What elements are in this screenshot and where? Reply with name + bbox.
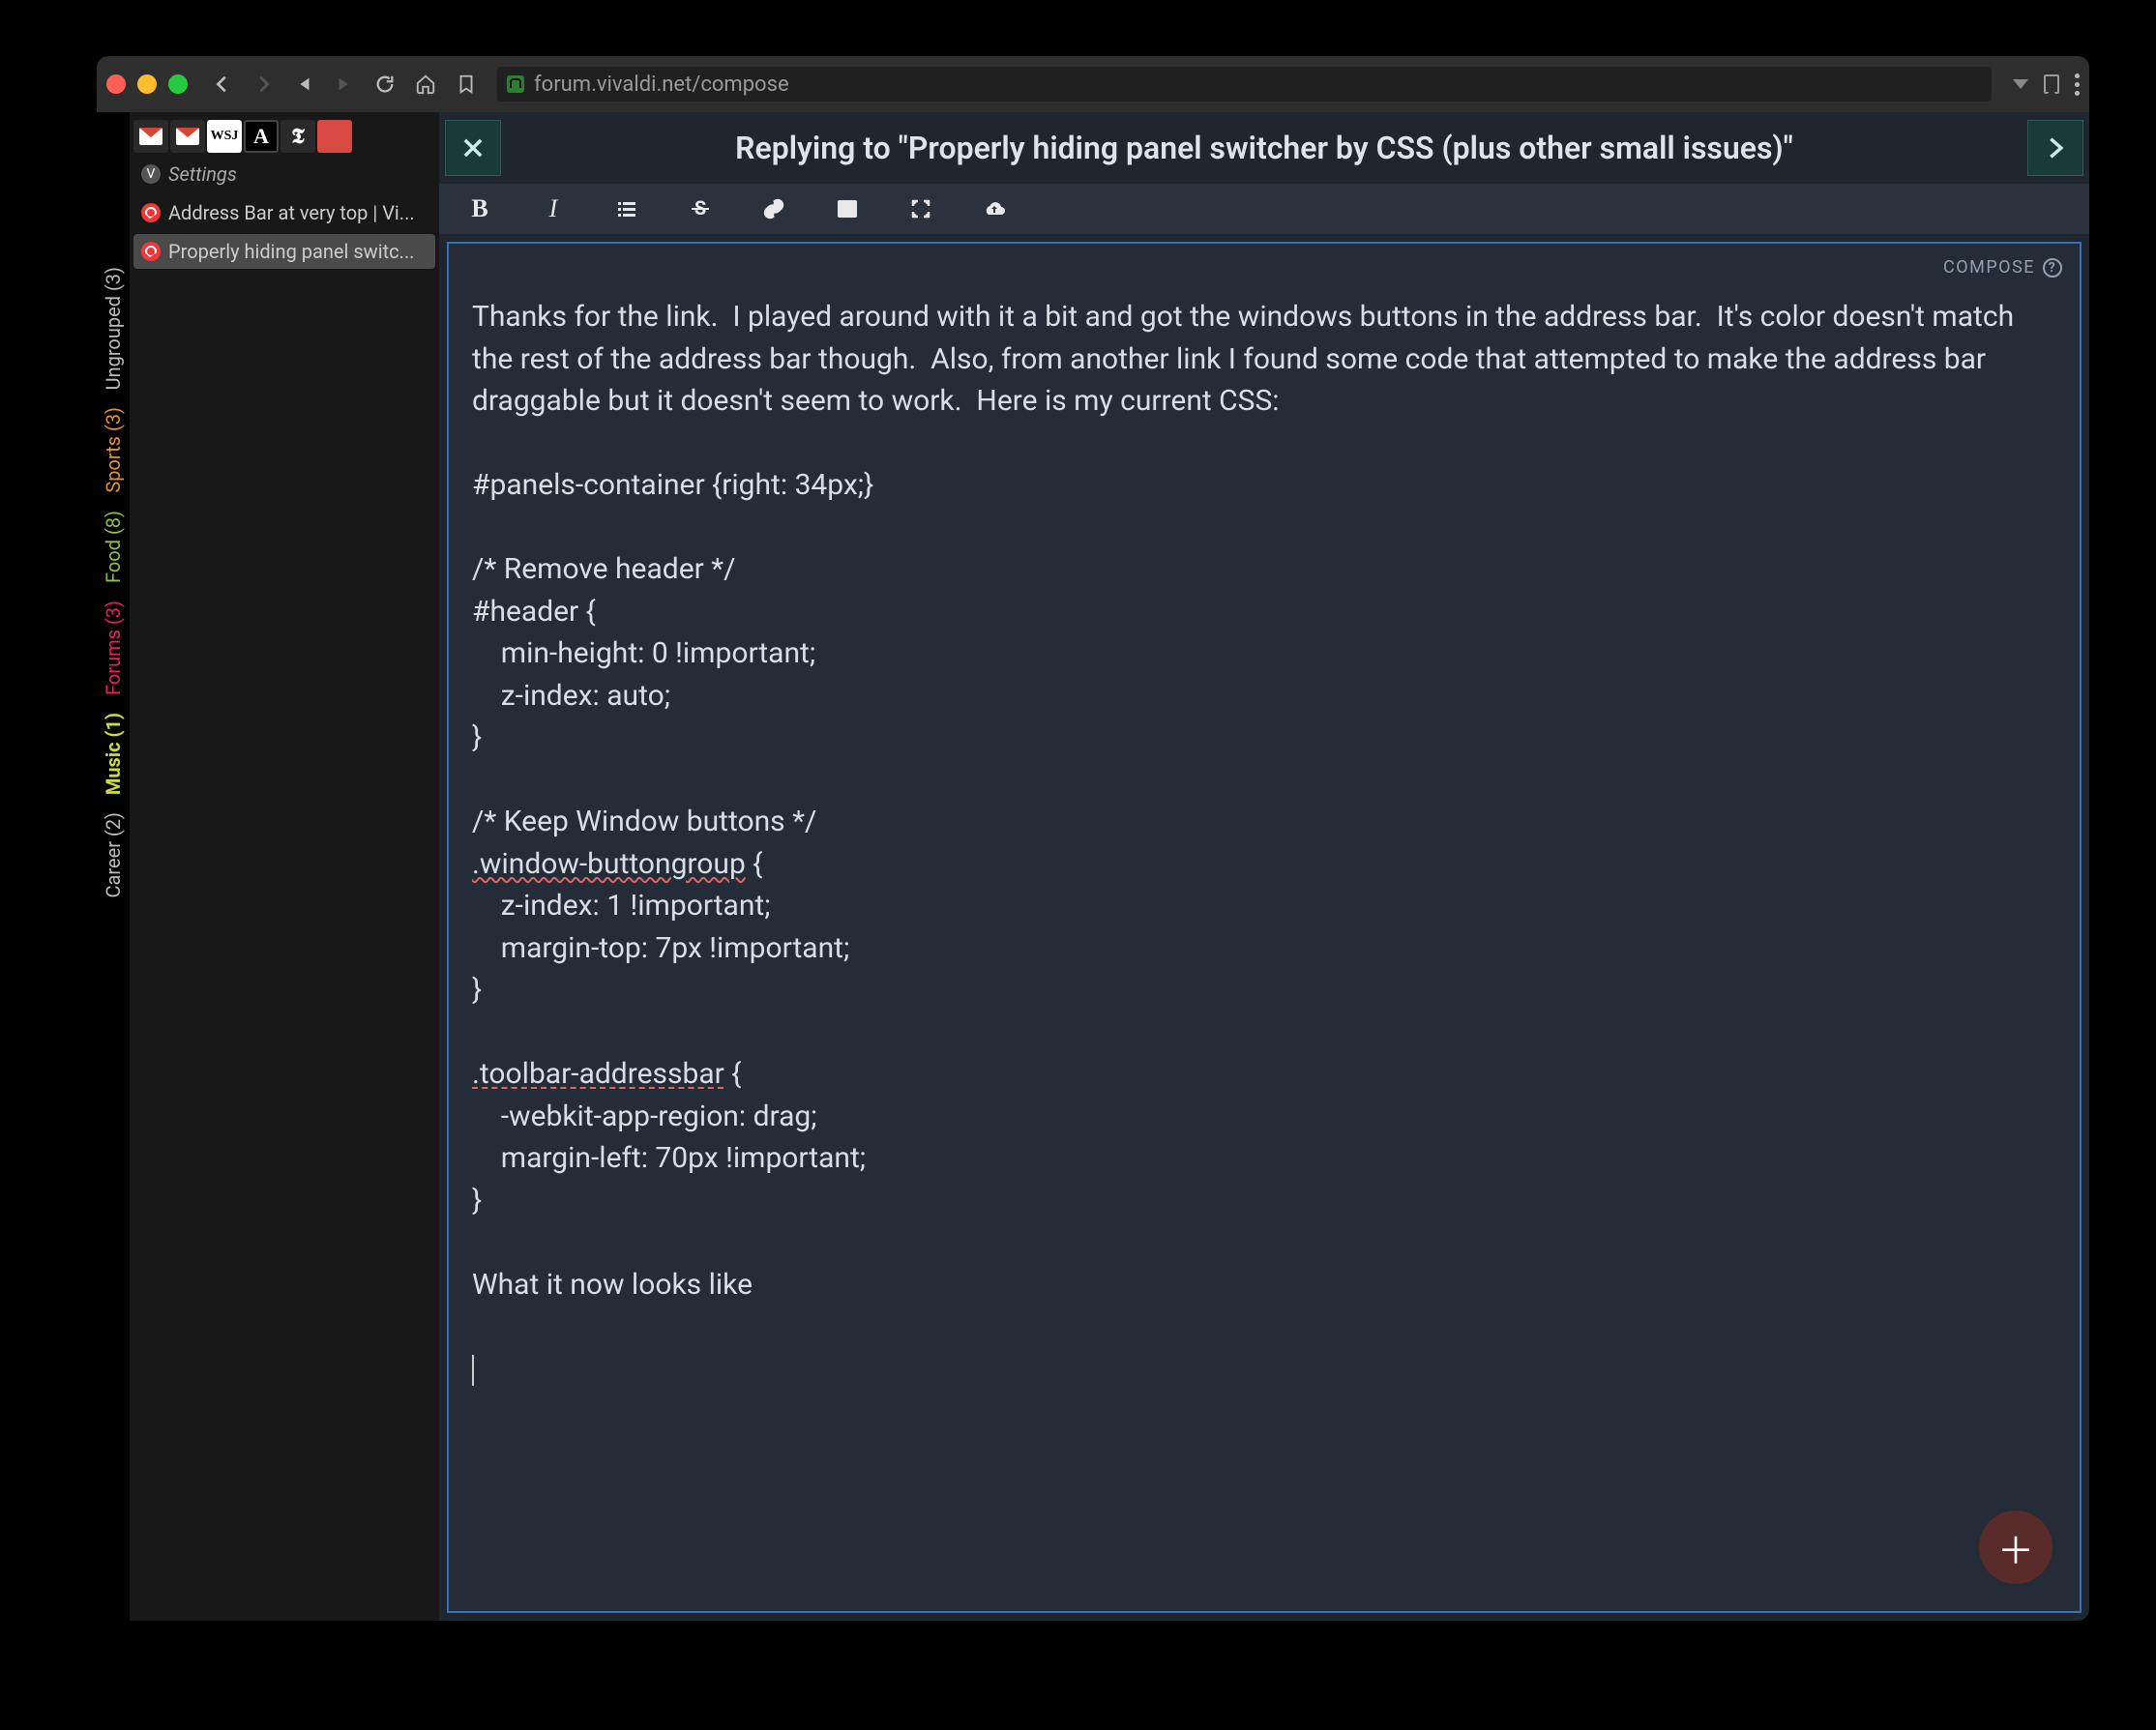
nav-back-button[interactable]	[205, 67, 240, 102]
submit-button[interactable]	[2027, 120, 2083, 176]
pinned-tab-gmail-2[interactable]	[170, 120, 205, 153]
toolbar-right	[2013, 73, 2080, 96]
toolbar: forum.vivaldi.net/compose	[97, 56, 2089, 112]
editor-line: .window-buttongroup	[472, 847, 746, 881]
tab-hiding-panel[interactable]: Properly hiding panel switc...	[133, 234, 435, 269]
page-content: Replying to "Properly hiding panel switc…	[439, 112, 2089, 1621]
editor-line: Thanks for the link. I played around wit…	[472, 300, 2022, 418]
tab-label: Address Bar at very top | Vi...	[168, 201, 415, 224]
close-window-button[interactable]	[106, 74, 126, 94]
address-bar[interactable]: forum.vivaldi.net/compose	[497, 67, 1992, 102]
composer-header: Replying to "Properly hiding panel switc…	[439, 112, 2089, 184]
editor-line: min-height: 0 !important;	[472, 636, 815, 670]
editor-line: /* Keep Window buttons */	[472, 805, 816, 838]
reload-button[interactable]	[368, 67, 402, 102]
editor-container: COMPOSE ? Thanks for the link. I played …	[447, 242, 2082, 1613]
editor-line: {	[724, 1057, 742, 1091]
strike-button[interactable]: S	[687, 195, 714, 222]
editor-line: #panels-container {right: 34px;}	[472, 468, 873, 502]
nav-forward-button[interactable]	[246, 67, 281, 102]
editor-line: #header {	[472, 595, 596, 629]
editor-line: z-index: auto;	[472, 679, 670, 713]
tab-label: Settings	[168, 162, 237, 186]
url-text: forum.vivaldi.net/compose	[534, 73, 789, 97]
editor-line: {	[746, 847, 763, 881]
composer-title: Replying to "Properly hiding panel switc…	[507, 130, 2022, 166]
editor-line: }	[472, 1184, 482, 1217]
main-area: Ungrouped (3) Sports (3) Food (8) Forums…	[97, 112, 2089, 1621]
link-button[interactable]	[760, 195, 787, 222]
vivaldi-forum-icon	[141, 203, 161, 222]
editor-line: /* Remove header */	[472, 552, 736, 586]
upload-button[interactable]	[981, 195, 1008, 222]
lock-icon	[507, 75, 524, 93]
menu-button[interactable]	[2075, 73, 2080, 96]
format-toolbar: B I S	[439, 184, 2089, 234]
editor-line: margin-left: 70px !important;	[472, 1141, 866, 1175]
window-controls	[106, 74, 188, 94]
dropdown-icon[interactable]	[2013, 79, 2028, 89]
pinned-tab-red[interactable]	[317, 120, 352, 153]
editor-line: .toolbar-addressbar	[472, 1057, 724, 1091]
tab-addressbar-top[interactable]: Address Bar at very top | Vi...	[133, 195, 435, 230]
pinned-tab-atlantic[interactable]: A	[244, 120, 279, 153]
group-music[interactable]: Music (1)	[102, 713, 125, 795]
compose-editor[interactable]: Thanks for the link. I played around wit…	[449, 244, 2080, 1611]
compose-text: COMPOSE	[1943, 257, 2035, 278]
editor-line: margin-top: 7px !important;	[472, 931, 849, 965]
reader-icon[interactable]	[2044, 74, 2059, 94]
bold-button[interactable]: B	[466, 195, 493, 222]
discard-button[interactable]	[445, 120, 501, 176]
editor-line: -webkit-app-region: drag;	[472, 1100, 817, 1133]
editor-line: What it now looks like	[472, 1268, 753, 1302]
zen-button[interactable]	[907, 195, 934, 222]
bookmark-button[interactable]	[449, 67, 484, 102]
minimize-window-button[interactable]	[137, 74, 157, 94]
list-button[interactable]	[613, 195, 640, 222]
tab-sidebar: WSJ A 𝕿 V Settings Address Bar at very t…	[130, 112, 439, 1621]
group-career[interactable]: Career (2)	[102, 812, 125, 898]
fastforward-button[interactable]	[327, 67, 362, 102]
pinned-tab-gmail-1[interactable]	[133, 120, 168, 153]
vivaldi-icon: V	[141, 164, 161, 184]
pinned-tab-wsj[interactable]: WSJ	[207, 120, 242, 153]
group-sports[interactable]: Sports (3)	[102, 407, 125, 493]
tab-settings[interactable]: V Settings	[133, 157, 435, 191]
editor-line: }	[472, 720, 482, 754]
group-ungrouped[interactable]: Ungrouped (3)	[102, 267, 125, 390]
help-icon[interactable]: ?	[2043, 258, 2062, 278]
group-food[interactable]: Food (8)	[102, 511, 125, 583]
rewind-button[interactable]	[286, 67, 321, 102]
vivaldi-forum-icon	[141, 242, 161, 261]
italic-button[interactable]: I	[540, 195, 567, 222]
tab-group-gutter: Ungrouped (3) Sports (3) Food (8) Forums…	[97, 112, 130, 1621]
home-button[interactable]	[408, 67, 443, 102]
maximize-window-button[interactable]	[168, 74, 188, 94]
compose-label: COMPOSE ?	[1943, 257, 2062, 278]
browser-window: forum.vivaldi.net/compose Ungrouped (3) …	[97, 56, 2089, 1621]
tab-label: Properly hiding panel switc...	[168, 240, 414, 263]
pinned-tabs: WSJ A 𝕿	[130, 116, 439, 155]
editor-line: }	[472, 973, 482, 1007]
fab-add-button[interactable]: ＋	[1979, 1510, 2053, 1584]
pinned-tab-nyt[interactable]: 𝕿	[281, 120, 315, 153]
text-caret	[472, 1355, 474, 1386]
image-button[interactable]	[834, 195, 861, 222]
editor-line: z-index: 1 !important;	[472, 889, 771, 923]
group-forums[interactable]: Forums (3)	[102, 601, 125, 695]
